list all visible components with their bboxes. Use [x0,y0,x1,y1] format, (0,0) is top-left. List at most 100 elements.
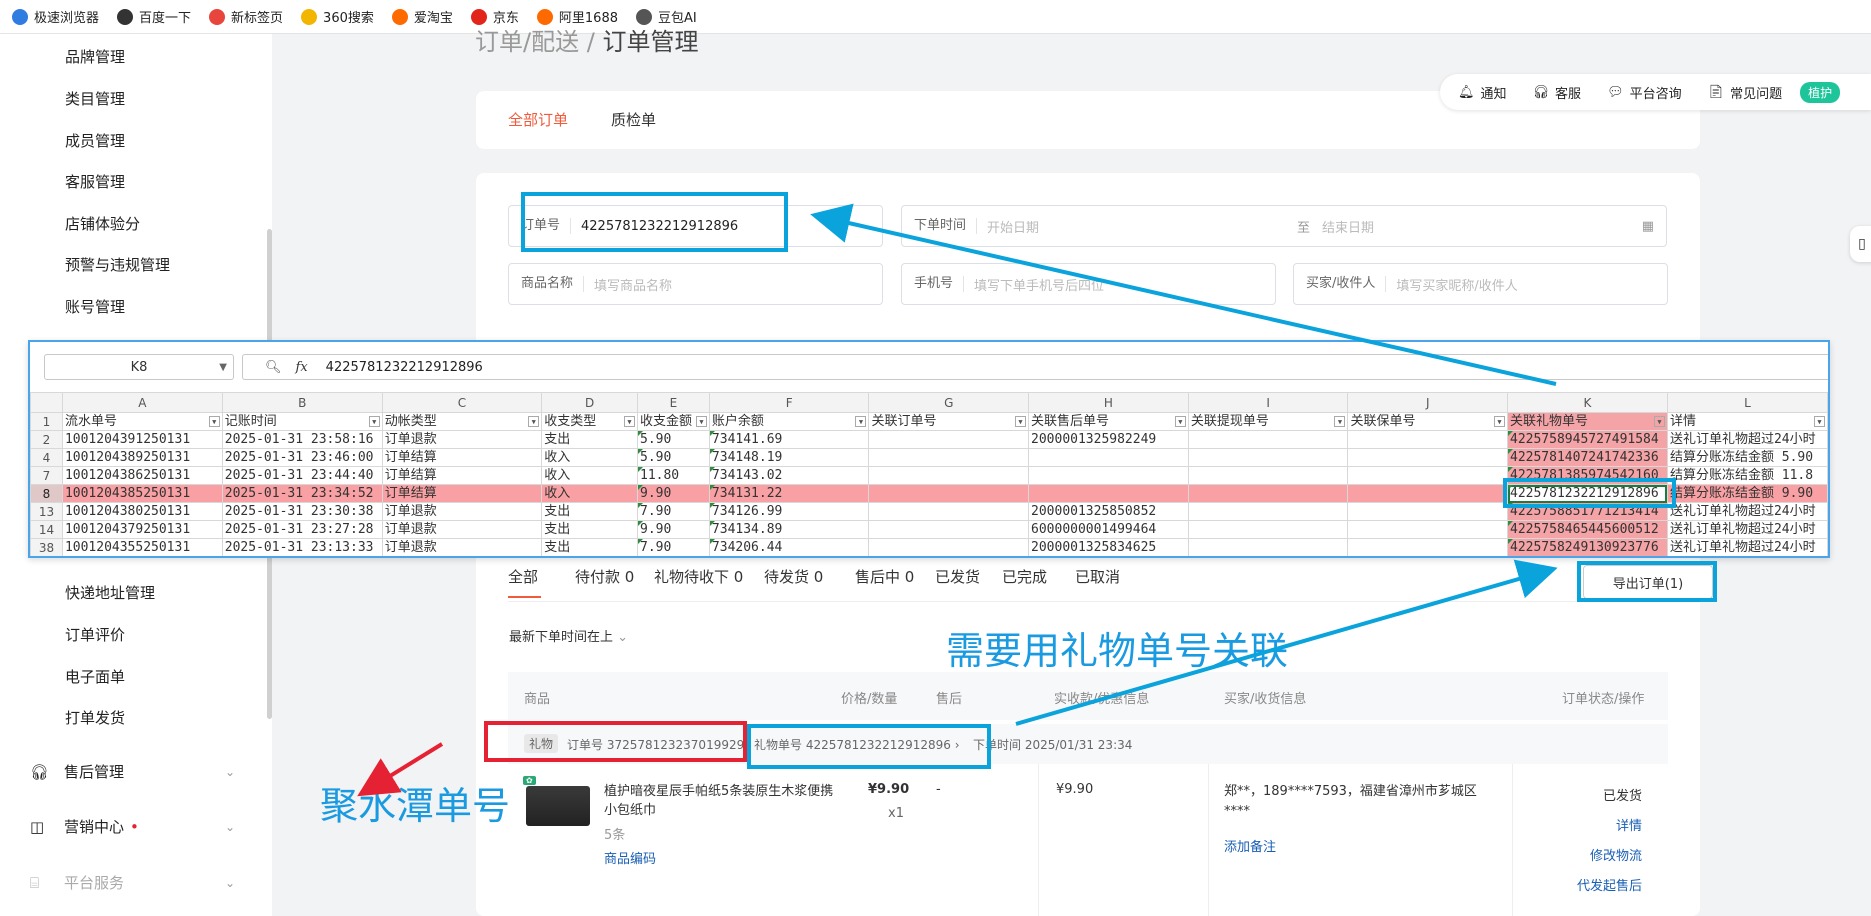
sheet-cell[interactable]: 2025-01-31 23:46:00 [221,448,383,467]
sheet-cell[interactable]: 订单结算 [381,466,543,485]
sheet-cell[interactable] [868,484,1030,503]
shop-pill[interactable]: 植护 [1800,81,1841,103]
sheet-cell[interactable]: 订单退款 [381,520,543,539]
status-tab-2[interactable]: 礼物待收下 0 [654,566,743,587]
sheet-cell[interactable]: 2025-01-31 23:34:52 [221,484,383,503]
formula-value[interactable]: 4225781232212912896 [326,360,483,375]
row-header[interactable]: 7 [30,466,63,485]
sheet-cell[interactable]: 734143.02 [708,466,870,485]
status-tab-7[interactable]: 已取消 [1075,566,1120,587]
sidebar-item-0[interactable]: 品牌管理 [65,46,125,67]
filter-dropdown-icon[interactable]: ▼ [528,415,540,427]
filter-dropdown-icon[interactable]: ▼ [368,415,380,427]
sheet-grid[interactable]: A B C D E F G H I J K L 1 流水单号 ▼ 记账时间 ▼ 动帐类型 ▼ 收支类型 ▼ 收支金额 ▼ 账户… [30,392,1828,556]
column-header[interactable]: F [708,392,870,413]
sheet-cell[interactable]: 订单退款 [381,538,543,556]
header-cell[interactable]: 账户余额 ▼ [708,412,870,431]
header-cell[interactable]: 关联提现单号 ▼ [1187,412,1349,431]
start-after-sale-link[interactable]: 代发起售后 [1577,872,1642,902]
sheet-cell[interactable]: 收入 [541,466,638,485]
filter-dropdown-icon[interactable]: ▼ [1174,415,1186,427]
sheet-cell[interactable] [1347,520,1508,539]
sidebar-item-10[interactable]: 打单发货 [65,707,125,728]
sidebar-group-0[interactable]: 🎧︎ 售后管理 ⌄ [30,761,235,782]
header-cell[interactable]: 记账时间 ▼ [221,412,383,431]
goods-name-field[interactable]: 商品名称 填写商品名称 [508,263,883,305]
sheet-cell[interactable]: 订单退款 [381,502,543,521]
header-cell[interactable]: 关联订单号 ▼ [868,412,1030,431]
sheet-cell[interactable] [1187,502,1349,521]
sheet-cell[interactable]: 送礼订单礼物超过24小时 [1666,430,1828,449]
sheet-cell[interactable]: 11.80 [637,466,710,485]
status-tab-3[interactable]: 待发货 0 [764,566,823,587]
header-cell[interactable]: 动帐类型 ▼ [381,412,543,431]
sheet-cell[interactable] [868,538,1030,556]
end-date-input[interactable]: 结束日期 [1312,217,1374,236]
sidebar-item-6[interactable]: 账号管理 [65,296,125,317]
buyer-input[interactable]: 填写买家昵称/收件人 [1386,275,1517,294]
column-header[interactable]: I [1187,392,1349,413]
sheet-cell[interactable]: 送礼订单礼物超过24小时 [1666,538,1828,556]
sheet-cell[interactable] [868,502,1030,521]
sheet-cell[interactable] [868,520,1030,539]
column-header[interactable]: E [637,392,710,413]
sheet-cell[interactable]: 2000001325850852 [1028,502,1189,521]
filter-dropdown-icon[interactable]: ▼ [1015,415,1027,427]
sheet-cell[interactable]: 1001204379250131 [61,520,223,539]
sheet-cell[interactable]: 5.90 [637,448,710,467]
sheet-cell[interactable] [1347,484,1508,503]
sheet-cell[interactable] [1187,466,1349,485]
sheet-cell[interactable]: 结算分账冻结金额 11.8 [1666,466,1828,485]
sheet-cell[interactable]: 支出 [541,538,638,556]
status-tab-5[interactable]: 已发货 [935,566,980,587]
sheet-cell[interactable] [1347,448,1508,467]
filter-dropdown-icon[interactable]: ▼ [855,415,867,427]
sheet-cell[interactable]: 结算分账冻结金额 9.90 [1666,484,1828,503]
column-header[interactable]: H [1028,392,1189,413]
sheet-cell[interactable]: 2000001325982249 [1028,430,1189,449]
bookmark-3[interactable]: 360搜索 [301,7,374,26]
sidebar-item-2[interactable]: 成员管理 [65,130,125,151]
select-all-corner[interactable] [30,392,63,413]
sheet-cell[interactable] [1187,538,1349,556]
service-button[interactable]: 🎧︎ 客服 [1533,83,1582,102]
sheet-cell[interactable] [1028,484,1189,503]
notice-button[interactable]: 🔔︎ 通知 [1458,83,1507,102]
sheet-cell[interactable]: 订单退款 [381,430,543,449]
sheet-cell[interactable] [868,466,1030,485]
row-header[interactable]: 1 [30,412,63,431]
bookmark-2[interactable]: 新标签页 [209,7,283,26]
filter-dropdown-icon[interactable]: ▼ [1814,415,1825,427]
goods-name-input[interactable]: 填写商品名称 [584,275,672,294]
sheet-cell[interactable] [1187,430,1349,449]
sheet-cell[interactable]: 收入 [541,448,638,467]
column-header[interactable]: L [1666,392,1828,413]
sheet-cell[interactable] [1347,466,1508,485]
product-title[interactable]: 植护暗夜星辰手帕纸5条装原生木浆便携小包纸巾 [604,782,844,820]
calendar-icon[interactable]: ▦ [1642,219,1654,234]
sort-select[interactable]: 最新下单时间在上 ⌄ [509,626,628,645]
breadcrumb-parent[interactable]: 订单/配送 / [475,28,595,56]
column-header[interactable]: J [1347,392,1508,413]
sheet-cell[interactable]: 支出 [541,502,638,521]
header-cell[interactable]: 关联保单号 ▼ [1347,412,1508,431]
sheet-cell[interactable]: 1001204386250131 [61,466,223,485]
header-cell[interactable]: 流水单号 ▼ [61,412,223,431]
sheet-cell[interactable]: 4225758249130923776 [1507,538,1668,556]
detail-link[interactable]: 详情 [1577,812,1642,842]
edit-logistics-link[interactable]: 修改物流 [1577,842,1642,872]
header-cell[interactable]: 关联售后单号 ▼ [1028,412,1189,431]
column-header[interactable]: D [541,392,638,413]
row-header[interactable]: 14 [30,520,63,539]
sheet-cell[interactable]: 2000001325834625 [1028,538,1189,556]
sheet-cell[interactable]: 9.90 [637,484,710,503]
column-header[interactable]: G [868,392,1030,413]
sheet-cell[interactable] [1347,502,1508,521]
sheet-cell[interactable]: 1001204391250131 [61,430,223,449]
header-cell[interactable]: 关联礼物单号 ▼ [1507,412,1668,431]
cell-name-box[interactable]: K8 ▼ [44,354,234,380]
sheet-cell[interactable]: 2025-01-31 23:13:33 [221,538,383,556]
header-cell[interactable]: 详情 ▼ [1666,412,1828,431]
sheet-cell[interactable] [1028,466,1189,485]
bookmark-4[interactable]: 爱淘宝 [391,7,453,26]
